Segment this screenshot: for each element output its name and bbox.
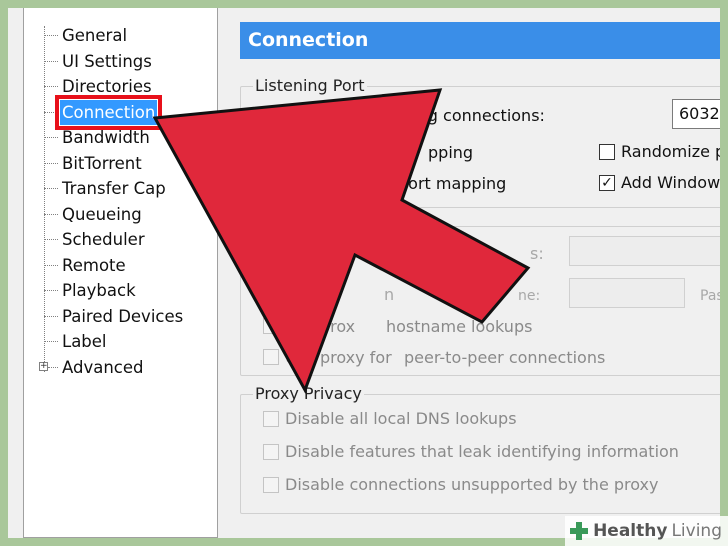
proxy-host-input[interactable] bbox=[569, 236, 720, 266]
tree-item-label: Remote bbox=[62, 256, 126, 275]
proxy-privacy-title: Proxy Privacy bbox=[253, 384, 364, 404]
proxy-p2p-label-start: Use proxy for bbox=[285, 348, 392, 367]
tree-item-label: Queueing bbox=[62, 205, 142, 224]
watermark-text-b: Living bbox=[671, 521, 722, 541]
disable-unsupported-label: Disable connections unsupported by the p… bbox=[285, 475, 659, 494]
tree-item-label: Connection bbox=[54, 95, 163, 130]
disable-leak-features-checkbox[interactable] bbox=[263, 444, 279, 460]
proxy-type-label-fragment: Ty bbox=[263, 244, 280, 263]
settings-panel: Connection Listening Port Port used for … bbox=[238, 8, 720, 538]
port-label: Port used for incoming connections: bbox=[257, 106, 545, 125]
username-input[interactable] bbox=[569, 278, 685, 308]
listening-port-title: Listening Port bbox=[253, 76, 367, 96]
username-label-fragment: Us bbox=[464, 288, 482, 304]
password-label-fragment: Pas bbox=[700, 288, 720, 304]
authentication-label-fragment: Auth bbox=[285, 285, 323, 304]
randomize-port-label: Randomize po bbox=[621, 142, 720, 161]
tree-item-label: Scheduler bbox=[62, 230, 145, 249]
tree-item-label: General bbox=[62, 26, 128, 45]
section-title: Connection bbox=[240, 22, 720, 59]
proxy-p2p-checkbox[interactable] bbox=[263, 349, 279, 365]
tree-item-label: UI Settings bbox=[62, 52, 152, 71]
tree-item-label: Label bbox=[62, 332, 107, 351]
natpmp-label-fragment: port mapping bbox=[398, 174, 507, 193]
authentication-label-fragment-end: n bbox=[384, 285, 395, 304]
firewall-exception-checkbox[interactable]: ✓ bbox=[599, 175, 615, 191]
tree-item-label: Transfer Cap bbox=[62, 179, 166, 198]
proxy-p2p-label-end: peer-to-peer connections bbox=[404, 348, 606, 367]
disable-dns-checkbox[interactable] bbox=[263, 411, 279, 427]
authentication-checkbox[interactable] bbox=[263, 286, 279, 302]
proxy-host-label-fragment: s: bbox=[530, 244, 544, 263]
tree-item-label: Playback bbox=[62, 281, 136, 300]
healthy-living-watermark: Healthy Living bbox=[565, 516, 728, 546]
upnp-label-fragment: pping bbox=[428, 143, 474, 162]
tree-item-label: Bandwidth bbox=[62, 128, 150, 147]
tree-guide-line bbox=[44, 26, 45, 372]
disable-leak-features-label: Disable features that leak identifying i… bbox=[285, 442, 679, 461]
port-input[interactable]: 60328 bbox=[672, 99, 720, 129]
proxy-hostname-label-start: Use prox bbox=[285, 317, 356, 336]
firewall-exception-label: Add Windows bbox=[621, 173, 720, 192]
proxy-hostname-label-end: hostname lookups bbox=[386, 317, 533, 336]
username-label-fragment-end: ne: bbox=[518, 288, 541, 304]
tree-item-label: BitTorrent bbox=[62, 154, 142, 173]
watermark-text-a: Healthy bbox=[593, 521, 668, 541]
proxy-hostname-checkbox[interactable] bbox=[263, 318, 279, 334]
plus-logo-icon bbox=[570, 522, 589, 540]
randomize-port-checkbox[interactable] bbox=[599, 144, 615, 160]
tree-item-label: Advanced bbox=[62, 358, 144, 377]
category-tree: General UI Settings Directories Connecti… bbox=[23, 8, 218, 538]
expand-plus-icon[interactable]: + bbox=[39, 362, 48, 371]
disable-unsupported-checkbox[interactable] bbox=[263, 477, 279, 493]
tree-item-label: Paired Devices bbox=[62, 307, 184, 326]
tree-item-label: Directories bbox=[62, 77, 152, 96]
preferences-window: General UI Settings Directories Connecti… bbox=[8, 8, 720, 538]
disable-dns-label: Disable all local DNS lookups bbox=[285, 409, 517, 428]
